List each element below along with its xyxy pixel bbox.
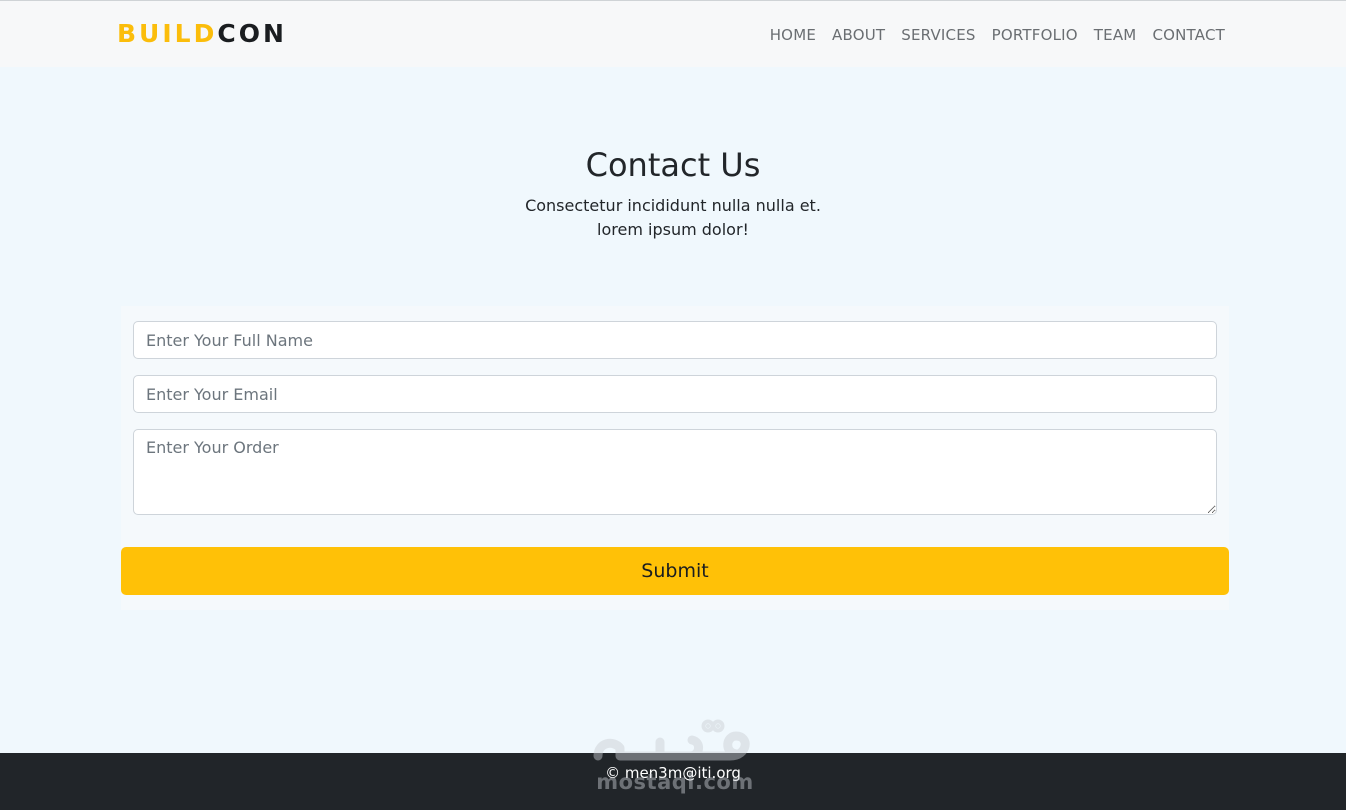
nav-link-team[interactable]: TEAM — [1086, 25, 1145, 45]
nav-menu: HOME ABOUT SERVICES PORTFOLIO TEAM CONTA… — [762, 25, 1225, 45]
nav-link-services[interactable]: SERVICES — [893, 25, 983, 45]
page-title: Contact Us — [585, 146, 761, 184]
page-subtitle: Consectetur incididunt nulla nulla et. l… — [0, 194, 1346, 242]
nav-link-home[interactable]: HOME — [762, 25, 824, 45]
brand-part-con: CON — [217, 19, 287, 48]
footer-copyright: © men3m@iti.org — [605, 764, 741, 782]
brand-logo[interactable]: BUILDCON — [117, 19, 287, 49]
order-textarea[interactable] — [133, 429, 1217, 515]
submit-button[interactable]: Submit — [121, 547, 1229, 595]
subtitle-line-1: Consectetur incididunt nulla nulla et. — [525, 196, 821, 215]
nav-link-about[interactable]: ABOUT — [824, 25, 893, 45]
subtitle-line-2: lorem ipsum dolor! — [597, 220, 749, 239]
nav-link-portfolio[interactable]: PORTFOLIO — [984, 25, 1086, 45]
nav-link-contact[interactable]: CONTACT — [1144, 25, 1225, 45]
full-name-input[interactable] — [133, 321, 1217, 359]
brand-part-build: BUILD — [117, 19, 218, 48]
email-input[interactable] — [133, 375, 1217, 413]
footer: © men3m@iti.org — [0, 753, 1346, 810]
navbar: BUILDCON HOME ABOUT SERVICES PORTFOLIO T… — [0, 1, 1346, 67]
